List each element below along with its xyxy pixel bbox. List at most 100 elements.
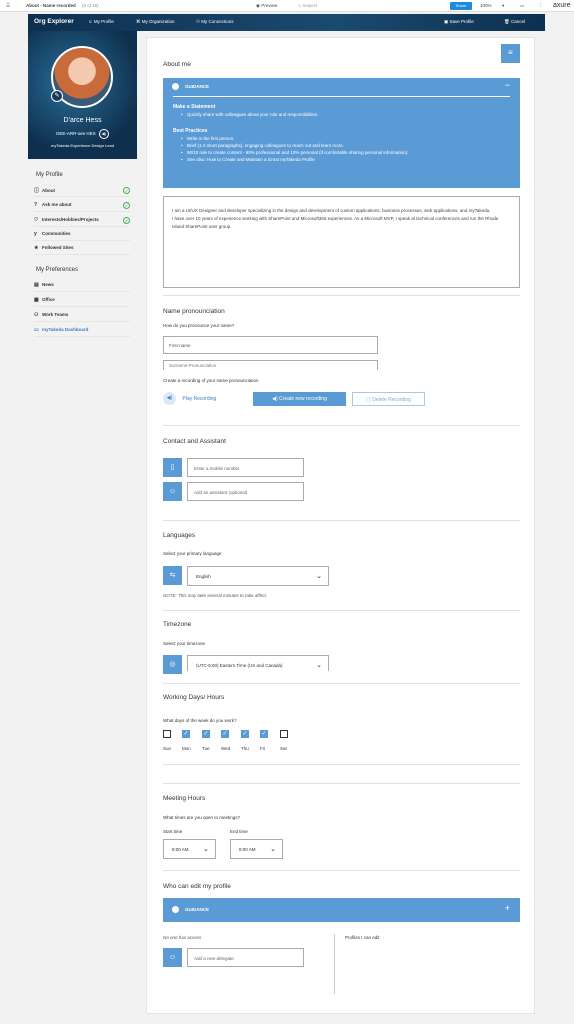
day-label: Sun bbox=[163, 746, 172, 751]
person-icon: ☺ bbox=[163, 482, 182, 501]
page-title[interactable]: About - Name recorded bbox=[26, 3, 76, 8]
day-checkbox-thu[interactable]: ✓ bbox=[241, 730, 249, 738]
info-icon bbox=[172, 83, 179, 90]
trash-icon: 🗑 bbox=[504, 19, 511, 24]
sidebar-item-news[interactable]: ▤ News bbox=[34, 282, 130, 292]
editors-guidance-panel[interactable]: GUIDANCE + bbox=[163, 898, 520, 922]
menu-icon[interactable]: ☰ bbox=[6, 3, 10, 9]
collapse-icon[interactable]: − bbox=[505, 80, 510, 90]
section-menu-button[interactable]: ≡ bbox=[501, 44, 520, 63]
nav-my-profile[interactable]: ☺ My Profile bbox=[88, 19, 114, 24]
divider bbox=[163, 870, 520, 871]
day-label: Fri bbox=[260, 746, 266, 751]
day-label: Mon bbox=[182, 746, 191, 751]
day-label: Thu bbox=[241, 746, 249, 751]
start-time-label: Start time bbox=[163, 829, 183, 834]
make-statement-title: Make a Statement bbox=[173, 104, 216, 110]
recording-label: Create a recording of your name pronounc… bbox=[163, 378, 259, 383]
delete-recording-button[interactable]: ▢ Delete Recording bbox=[352, 392, 425, 406]
day-label: Wed bbox=[221, 746, 231, 751]
profile-pronunciation-row: DEE-ARR-see HES ◀) bbox=[28, 129, 137, 139]
about-me-textarea[interactable]: I am a UI/UX Designer and developer spec… bbox=[163, 196, 520, 288]
nav-my-connections[interactable]: ⚇ My Connections bbox=[196, 19, 234, 25]
day-checkbox-tue[interactable]: ✓ bbox=[202, 730, 210, 738]
sidebar-item-communities[interactable]: y Communities bbox=[34, 231, 130, 241]
profile-card: ✎ D'arce Hess DEE-ARR-see HES ◀) myTaked… bbox=[28, 31, 137, 159]
more-icon[interactable]: ⋮ bbox=[538, 3, 543, 9]
day-label: Tue bbox=[202, 746, 210, 751]
create-recording-button[interactable]: ◀) Create new recording bbox=[253, 392, 346, 406]
pronunciation-question: How do you pronounce your name? bbox=[163, 323, 235, 328]
day-checkbox-mon[interactable]: ✓ bbox=[182, 730, 190, 738]
sidebar-item-ask-me-about[interactable]: ? Ask me about ✓ bbox=[34, 202, 130, 212]
chevron-down-icon: ⌄ bbox=[316, 662, 322, 669]
inspect-tab[interactable]: ◇ Inspect bbox=[298, 3, 317, 9]
no-access-label: No one has access bbox=[163, 935, 202, 940]
sidebar-item-about[interactable]: ⓘ About ✓ bbox=[34, 187, 130, 197]
sidebar-item-interests[interactable]: ♡ Interests/Hobbies/Projects ✓ bbox=[34, 217, 130, 227]
app-brand[interactable]: Org Explorer bbox=[34, 18, 74, 25]
guidance-divider bbox=[173, 96, 510, 97]
about-guidance-panel: GUIDANCE − Make a Statement Quickly shar… bbox=[163, 78, 520, 188]
contact-heading: Contact and Assistant bbox=[163, 438, 226, 445]
guidance-bullet: Quickly share with colleagues about your… bbox=[173, 111, 513, 118]
guidance-title: GUIDANCE bbox=[185, 84, 210, 89]
preview-tab[interactable]: ◉ Preview bbox=[256, 3, 277, 9]
yammer-icon: y bbox=[34, 231, 37, 237]
person-icon: ☺ bbox=[163, 948, 182, 967]
expand-icon[interactable]: + bbox=[505, 903, 510, 913]
speaker-icon: ◀) bbox=[272, 396, 280, 402]
my-profile-heading: My Profile bbox=[36, 172, 63, 178]
start-time-select[interactable]: 8:00 AM ⌄ bbox=[163, 839, 216, 859]
speaker-icon: ◀) bbox=[163, 392, 176, 406]
sidebar-item-dashboard[interactable]: ▭ myTakeda Dashboard bbox=[34, 327, 130, 337]
editors-heading: Who can edit my profile bbox=[163, 883, 231, 890]
guidance-bullet[interactable]: See also: How to Create and Maintain a G… bbox=[173, 156, 513, 163]
language-icon: ⇆ bbox=[163, 566, 182, 585]
guidance-bullet: Write in the first person. bbox=[173, 135, 513, 142]
save-profile-button[interactable]: ▣ Save Profile bbox=[444, 19, 474, 25]
sidebar-item-office[interactable]: ▦ Office bbox=[34, 297, 130, 307]
zoom-select[interactable]: 100% bbox=[480, 3, 492, 8]
speaker-icon[interactable]: ◀) bbox=[98, 129, 109, 139]
chevron-down-icon[interactable]: ▾ bbox=[502, 3, 504, 9]
meeting-question: What times are you open to meetings? bbox=[163, 815, 241, 820]
sidebar-item-work-teams[interactable]: ⚇ Work Teams bbox=[34, 312, 130, 322]
day-checkbox-sun[interactable] bbox=[163, 730, 171, 738]
day-checkbox-fri[interactable]: ✓ bbox=[260, 730, 268, 738]
page-count: (3 of 16) bbox=[82, 3, 99, 8]
delegate-field[interactable]: Add a new delegate bbox=[187, 948, 304, 967]
language-select[interactable]: English ⌄ bbox=[187, 566, 329, 586]
edit-photo-button[interactable]: ✎ bbox=[51, 90, 63, 102]
working-question: What days of the week do you work? bbox=[163, 718, 237, 723]
working-heading: Working Days/ Hours bbox=[163, 694, 225, 701]
mobile-number-field[interactable]: Enter a mobile number bbox=[187, 458, 304, 477]
divider bbox=[163, 520, 520, 521]
check-icon: ✓ bbox=[123, 217, 130, 224]
divider bbox=[163, 610, 520, 611]
surname-field[interactable]: Surname-Pronunciation bbox=[163, 360, 378, 370]
timezone-heading: Timezone bbox=[163, 621, 192, 628]
phone-icon: ▯ bbox=[163, 458, 182, 477]
language-note: NOTE: This may take several minutes to t… bbox=[163, 593, 268, 598]
profile-pronunciation: DEE-ARR-see HES bbox=[56, 131, 96, 137]
play-recording-button[interactable]: ◀) Play Recording bbox=[163, 392, 227, 406]
app-header: Org Explorer ☺ My Profile ⌘ My Organizat… bbox=[28, 14, 545, 31]
day-checkbox-sat[interactable] bbox=[280, 730, 288, 738]
about-heading: About me bbox=[163, 61, 191, 68]
day-checkbox-wed[interactable]: ✓ bbox=[221, 730, 229, 738]
question-icon: ? bbox=[34, 202, 38, 208]
nav-my-organization[interactable]: ⌘ My Organization bbox=[136, 19, 175, 25]
timezone-select[interactable]: (UTC-5:00) Eastern Time (US and Canada) ⌄ bbox=[187, 655, 329, 671]
assistant-field[interactable]: Add an assistant (optional) bbox=[187, 482, 304, 501]
profile-title: myTakeda Experience Design Lead bbox=[51, 143, 114, 148]
heart-icon: ♡ bbox=[34, 217, 39, 223]
share-button[interactable]: Share bbox=[450, 2, 472, 10]
first-name-field[interactable]: First-name bbox=[163, 336, 378, 354]
comment-icon[interactable]: ▭ bbox=[520, 3, 524, 9]
end-time-label: End time bbox=[230, 829, 248, 834]
cancel-button[interactable]: 🗑 Cancel bbox=[504, 19, 525, 25]
chevron-down-icon: ⌄ bbox=[316, 573, 322, 580]
end-time-select[interactable]: 8:00 AM ⌄ bbox=[230, 839, 283, 859]
sidebar-item-followed-sites[interactable]: ★ Followed Sites bbox=[34, 245, 130, 255]
